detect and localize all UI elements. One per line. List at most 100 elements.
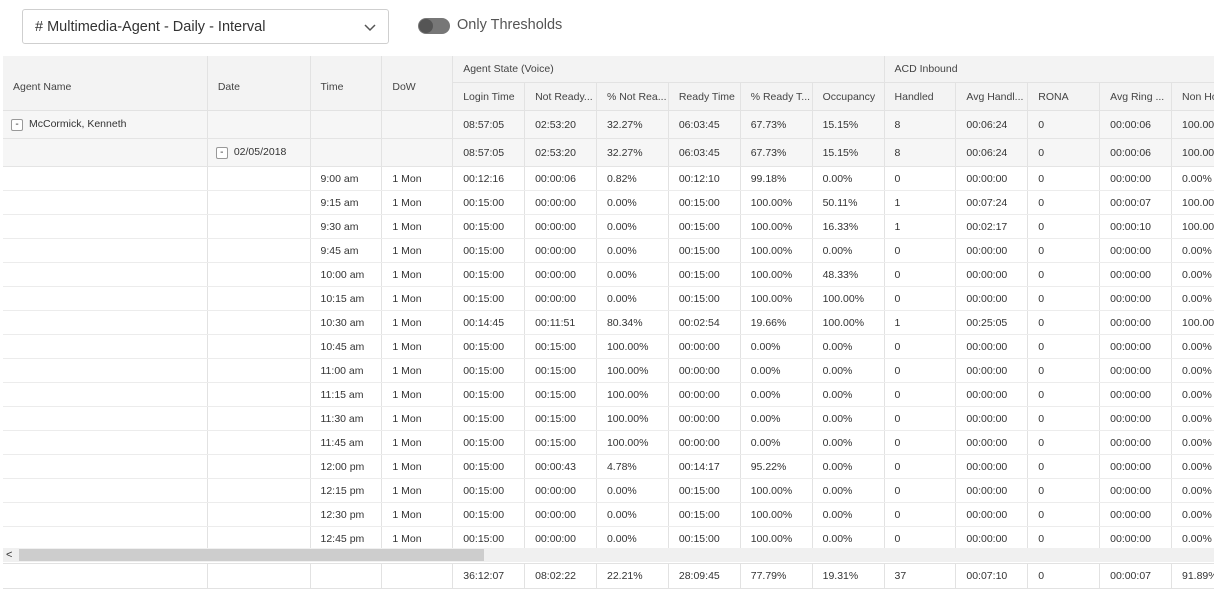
report-selector-dropdown[interactable]: # Multimedia-Agent - Daily - Interval — [22, 9, 389, 44]
table-row[interactable]: 9:30 am 1 Mon 00:15:00 00:00:00 0.00% 00:15:0… — [3, 214, 1214, 239]
avg-ring-cell: 00:00:06 — [1099, 110, 1173, 139]
total-not-ready-cell: 08:02:22 — [524, 564, 597, 589]
avg-ring-cell: 00:00:00 — [1099, 238, 1173, 263]
pct-not-ready-cell: 0.00% — [596, 214, 669, 239]
rona-cell: 0 — [1027, 238, 1101, 263]
agent-name-cell — [3, 454, 208, 479]
pct-ready-time-cell: 0.00% — [740, 406, 813, 431]
ready-time-cell: 00:02:54 — [668, 310, 741, 335]
collapse-agent-button[interactable]: - — [11, 118, 23, 131]
login-time-cell: 00:15:00 — [452, 382, 526, 407]
avg-handle-cell: 00:00:00 — [955, 526, 1029, 551]
table-row[interactable]: 10:45 am 1 Mon 00:15:00 00:15:00 100.00% 00:0… — [3, 334, 1214, 359]
ready-time-cell: 06:03:45 — [668, 110, 741, 139]
column-header-avg-ring[interactable]: Avg Ring ... — [1099, 82, 1173, 111]
agent-name: McCormick, Kenneth — [29, 118, 127, 131]
table-row[interactable]: 11:15 am 1 Mon 00:15:00 00:15:00 100.00% 00:0… — [3, 382, 1214, 407]
table-row[interactable]: 11:30 am 1 Mon 00:15:00 00:15:00 100.00% 00:0… — [3, 406, 1214, 431]
report-table: Agent Name Date Time DoW Agent State (Vo… — [3, 56, 1214, 551]
handled-cell: 0 — [884, 478, 957, 503]
table-row[interactable]: 11:45 am 1 Mon 00:15:00 00:15:00 100.00% 00:0… — [3, 430, 1214, 455]
login-time-cell: 00:12:16 — [452, 166, 526, 191]
login-time-cell: 00:15:00 — [452, 286, 526, 311]
agent-name-cell — [3, 334, 208, 359]
date-cell — [207, 526, 311, 551]
pct-ready-time-cell: 100.00% — [740, 238, 813, 263]
avg-handle-cell: 00:00:00 — [955, 502, 1029, 527]
table-row[interactable]: 10:30 am 1 Mon 00:14:45 00:11:51 80.34% 00:02… — [3, 310, 1214, 335]
ready-time-cell: 00:15:00 — [668, 526, 741, 551]
not-ready-cell: 00:15:00 — [524, 406, 597, 431]
agent-name-cell — [3, 430, 208, 455]
occupancy-cell: 0.00% — [812, 358, 885, 383]
agent-name-cell — [3, 190, 208, 215]
dow-cell: 1 Mon — [381, 334, 454, 359]
time-cell: 9:45 am — [310, 238, 383, 263]
column-header-time[interactable]: Time — [310, 56, 383, 111]
login-time-cell: 00:15:00 — [452, 214, 526, 239]
occupancy-cell: 100.00% — [812, 310, 885, 335]
dow-cell: 1 Mon — [381, 190, 454, 215]
pct-not-ready-cell: 0.82% — [596, 166, 669, 191]
table-row[interactable]: 11:00 am 1 Mon 00:15:00 00:15:00 100.00% 00:0… — [3, 358, 1214, 383]
pct-not-ready-cell: 0.00% — [596, 526, 669, 551]
rona-cell: 0 — [1027, 406, 1101, 431]
column-header-dow[interactable]: DoW — [381, 56, 454, 111]
avg-handle-cell: 00:00:00 — [955, 334, 1029, 359]
table-row[interactable]: 9:45 am 1 Mon 00:15:00 00:00:00 0.00% 00:15:0… — [3, 238, 1214, 263]
rona-cell: 0 — [1027, 138, 1101, 167]
collapse-date-button[interactable]: - — [215, 146, 228, 159]
date-summary-row[interactable]: -02/05/2018 08:57:05 02:53:20 32.27% 06:03:… — [3, 138, 1214, 167]
only-thresholds-toggle[interactable] — [418, 18, 450, 34]
login-time-cell: 08:57:05 — [452, 138, 526, 167]
scroll-left-arrow-icon[interactable]: < — [6, 548, 12, 562]
agent-name-cell — [3, 166, 208, 191]
pct-not-ready-cell: 100.00% — [596, 430, 669, 455]
date-cell — [207, 382, 311, 407]
table-row[interactable]: 12:15 pm 1 Mon 00:15:00 00:00:00 0.00% 00:15:… — [3, 478, 1214, 503]
rona-cell: 0 — [1027, 430, 1101, 455]
dow-cell: 1 Mon — [381, 262, 454, 287]
column-header-agent-name[interactable]: Agent Name — [3, 56, 208, 111]
pct-not-ready-cell: 0.00% — [596, 190, 669, 215]
column-header-login-time[interactable]: Login Time — [452, 82, 526, 111]
not-ready-cell: 00:00:00 — [524, 478, 597, 503]
pct-not-ready-cell: 0.00% — [596, 478, 669, 503]
rona-cell: 0 — [1027, 190, 1101, 215]
ready-time-cell: 00:15:00 — [668, 502, 741, 527]
table-row[interactable]: 12:00 pm 1 Mon 00:15:00 00:00:43 4.78% 00:14:… — [3, 454, 1214, 479]
pct-ready-time-cell: 100.00% — [740, 262, 813, 287]
table-row[interactable]: 12:45 pm 1 Mon 00:15:00 00:00:00 0.00% 00:15:… — [3, 526, 1214, 551]
table-row[interactable]: 12:30 pm 1 Mon 00:15:00 00:00:00 0.00% 00:15:… — [3, 502, 1214, 527]
non-hold-cell: 0.00% — [1171, 334, 1214, 359]
column-header-date[interactable]: Date — [207, 56, 311, 111]
scrollbar-thumb[interactable] — [19, 549, 484, 561]
table-row[interactable]: 10:15 am 1 Mon 00:15:00 00:00:00 0.00% 00:15:… — [3, 286, 1214, 311]
column-header-pct-not-ready[interactable]: % Not Rea... — [596, 82, 669, 111]
column-header-avg-handle[interactable]: Avg Handl... — [955, 82, 1029, 111]
totals-table: 36:12:07 08:02:22 22.21% 28:09:45 77.79% 19.3… — [3, 564, 1214, 589]
column-header-non-hold[interactable]: Non Hold ... — [1171, 82, 1214, 111]
column-header-occupancy[interactable]: Occupancy — [812, 82, 885, 111]
dow-cell — [381, 138, 454, 167]
column-header-not-ready[interactable]: Not Ready... — [524, 82, 597, 111]
ready-time-cell: 00:00:00 — [668, 358, 741, 383]
column-header-pct-ready-time[interactable]: % Ready T... — [740, 82, 813, 111]
pct-ready-time-cell: 67.73% — [740, 110, 813, 139]
column-header-ready-time[interactable]: Ready Time — [668, 82, 741, 111]
horizontal-scrollbar[interactable]: < — [3, 548, 1214, 562]
occupancy-cell: 0.00% — [812, 334, 885, 359]
agent-name-cell — [3, 358, 208, 383]
table-row[interactable]: 9:00 am 1 Mon 00:12:16 00:00:06 0.82% 00:12:1… — [3, 166, 1214, 191]
avg-handle-cell: 00:00:00 — [955, 166, 1029, 191]
table-row[interactable]: 9:15 am 1 Mon 00:15:00 00:00:00 0.00% 00:15:0… — [3, 190, 1214, 215]
table-row[interactable]: 10:00 am 1 Mon 00:15:00 00:00:00 0.00% 00:15:… — [3, 262, 1214, 287]
column-header-handled[interactable]: Handled — [884, 82, 957, 111]
agent-summary-row[interactable]: - McCormick, Kenneth 08:57:05 02:53:20 32.2… — [3, 110, 1214, 139]
date-cell — [207, 262, 311, 287]
pct-ready-time-cell: 0.00% — [740, 358, 813, 383]
column-header-rona[interactable]: RONA — [1027, 82, 1101, 111]
handled-cell: 0 — [884, 526, 957, 551]
pct-not-ready-cell: 32.27% — [596, 110, 669, 139]
avg-ring-cell: 00:00:00 — [1099, 358, 1173, 383]
